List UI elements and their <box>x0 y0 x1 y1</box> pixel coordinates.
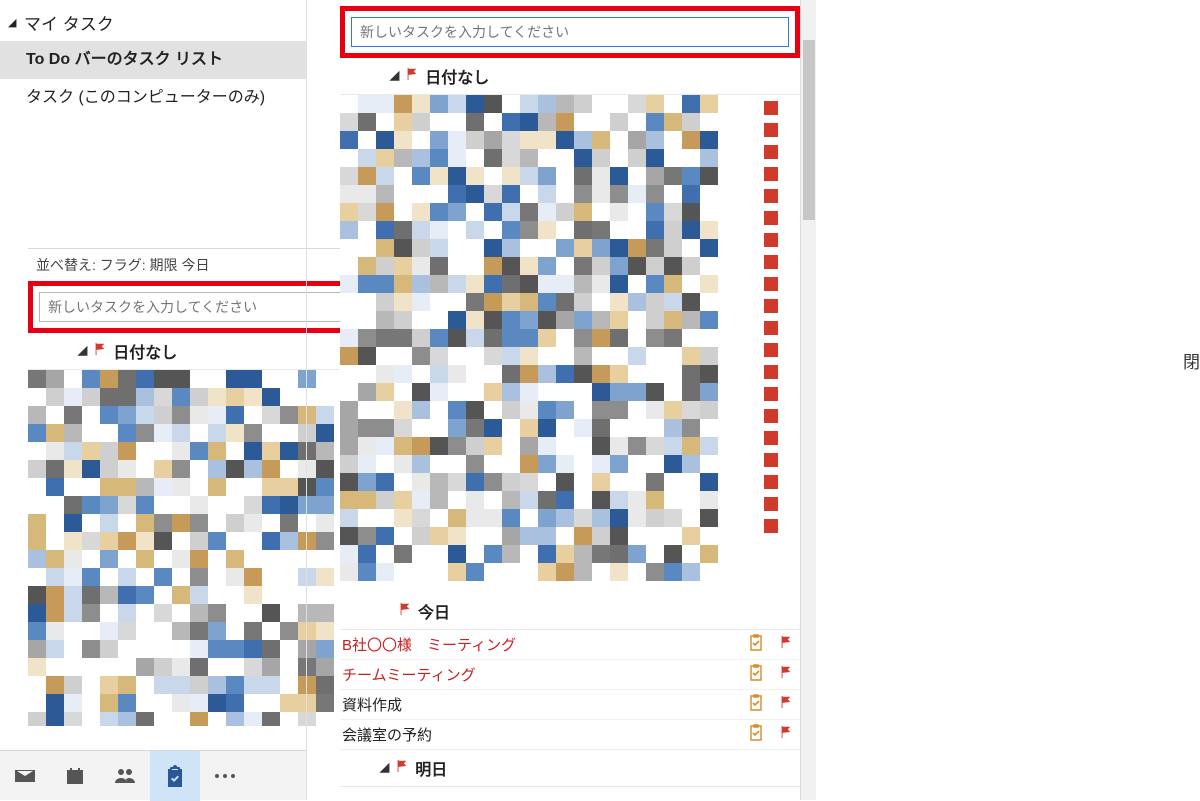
flag-icon <box>405 67 419 86</box>
sidebar-item-label: To Do バーのタスク リスト <box>26 51 223 68</box>
sidebar-item-todo-bar-list[interactable]: To Do バーのタスク リスト <box>0 41 306 79</box>
module-tasks-icon[interactable] <box>150 751 200 801</box>
caret-down-icon: ◢ <box>8 16 20 29</box>
flag-icon[interactable] <box>776 665 796 684</box>
redacted-task-list <box>28 370 388 726</box>
module-calendar-icon[interactable] <box>50 751 100 801</box>
highlight-box-main-input <box>340 6 800 58</box>
clipboard-icon <box>746 633 766 656</box>
group-header-no-date-popout[interactable]: ◢ 日付なし <box>28 333 388 370</box>
redacted-flags <box>764 101 778 533</box>
flag-icon[interactable] <box>776 725 796 744</box>
task-row[interactable]: チームミーティング <box>340 660 800 690</box>
sidebar-group-my-tasks[interactable]: ◢ マイ タスク <box>0 6 306 41</box>
highlight-box-popout-input <box>28 281 380 333</box>
caret-collapsed-icon: ◢ <box>390 68 399 82</box>
task-title: 会議室の予約 <box>342 724 736 745</box>
today-task-rows: B社〇〇様 ミーティングチームミーティング資料作成会議室の予約 <box>340 630 800 750</box>
new-task-input-popout[interactable] <box>39 292 369 322</box>
module-people-icon[interactable] <box>100 751 150 801</box>
vertical-scrollbar[interactable] <box>800 0 816 800</box>
clipboard-icon <box>746 693 766 716</box>
scrollbar-thumb[interactable] <box>803 40 815 220</box>
todo-bar-popout: ⧉ 並べ替え: フラグ: 期限 今日 ▴ ◢ 日付なし ▾ <box>28 248 388 728</box>
new-task-input-main[interactable] <box>351 17 789 47</box>
group-label: 日付なし <box>425 64 489 88</box>
flag-icon <box>398 602 412 621</box>
group-header-today[interactable]: 今日 <box>340 593 800 630</box>
main-task-panel: ◢ 日付なし 今日 B社〇〇様 ミーティングチームミーティング資料作成会議室の予… <box>340 0 800 800</box>
caret-collapsed-icon: ◢ <box>78 343 87 357</box>
task-row[interactable]: B社〇〇様 ミーティング <box>340 630 800 660</box>
group-label: 今日 <box>418 599 450 623</box>
module-switcher <box>0 750 306 800</box>
sidebar-item-label: タスク (このコンピューターのみ) <box>26 89 265 106</box>
panel-divider <box>306 0 307 800</box>
popout-sort-header[interactable]: 並べ替え: フラグ: 期限 今日 <box>28 249 388 281</box>
module-more-icon[interactable] <box>200 751 250 801</box>
group-header-no-date-main[interactable]: ◢ 日付なし <box>340 58 800 95</box>
module-mail-icon[interactable] <box>0 751 50 801</box>
task-title: B社〇〇様 ミーティング <box>342 634 736 655</box>
truncated-right-label: 閉 <box>1183 348 1200 373</box>
clipboard-icon <box>746 663 766 686</box>
clipboard-icon <box>746 723 766 746</box>
flag-icon[interactable] <box>776 635 796 654</box>
task-row[interactable]: 会議室の予約 <box>340 720 800 750</box>
group-label: 明日 <box>415 756 447 780</box>
task-title: チームミーティング <box>342 664 736 685</box>
group-label: 日付なし <box>113 339 177 363</box>
group-header-tomorrow[interactable]: ◢ 明日 <box>340 750 800 787</box>
flag-icon[interactable] <box>776 695 796 714</box>
task-row[interactable]: 資料作成 <box>340 690 800 720</box>
redacted-task-list-main <box>340 95 800 593</box>
flag-icon <box>93 342 107 361</box>
sidebar-group-label: マイ タスク <box>24 10 114 35</box>
sidebar-item-tasks-local[interactable]: タスク (このコンピューターのみ) <box>0 79 306 117</box>
flag-icon <box>395 759 409 778</box>
task-title: 資料作成 <box>342 694 736 715</box>
caret-collapsed-icon: ◢ <box>380 760 389 774</box>
